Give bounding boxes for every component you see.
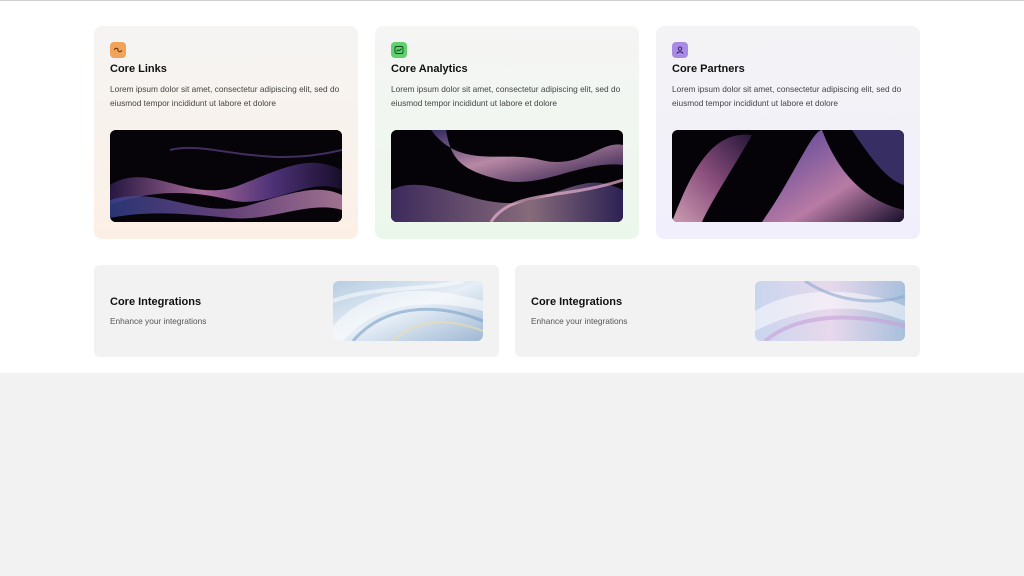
abstract-wave-image bbox=[391, 130, 623, 222]
feature-title: Core Links bbox=[110, 63, 167, 75]
abstract-wave-image bbox=[672, 130, 904, 222]
integration-card[interactable]: Core Integrations Enhance your integrati… bbox=[515, 265, 920, 357]
feature-title: Core Partners bbox=[672, 63, 745, 75]
feature-card-core-links[interactable]: Core Links Lorem ipsum dolor sit amet, c… bbox=[94, 26, 358, 239]
integration-subtitle: Enhance your integrations bbox=[531, 316, 628, 326]
integration-subtitle: Enhance your integrations bbox=[110, 316, 207, 326]
chart-icon bbox=[391, 42, 407, 58]
abstract-wave-image bbox=[110, 130, 342, 222]
feature-title: Core Analytics bbox=[391, 63, 468, 75]
user-icon bbox=[672, 42, 688, 58]
feature-description: Lorem ipsum dolor sit amet, consectetur … bbox=[672, 84, 902, 108]
feature-description: Lorem ipsum dolor sit amet, consectetur … bbox=[110, 84, 340, 108]
feature-description: Lorem ipsum dolor sit amet, consectetur … bbox=[391, 84, 621, 108]
glass-swirl-image bbox=[755, 281, 905, 341]
feature-card-core-partners[interactable]: Core Partners Lorem ipsum dolor sit amet… bbox=[656, 26, 920, 239]
glass-swirl-image bbox=[333, 281, 483, 341]
integration-title: Core Integrations bbox=[531, 296, 623, 308]
link-icon bbox=[110, 42, 126, 58]
integration-card[interactable]: Core Integrations Enhance your integrati… bbox=[94, 265, 499, 357]
feature-card-core-analytics[interactable]: Core Analytics Lorem ipsum dolor sit ame… bbox=[375, 26, 639, 239]
integration-title: Core Integrations bbox=[110, 296, 202, 308]
features-section: Core Links Lorem ipsum dolor sit amet, c… bbox=[0, 1, 1024, 373]
